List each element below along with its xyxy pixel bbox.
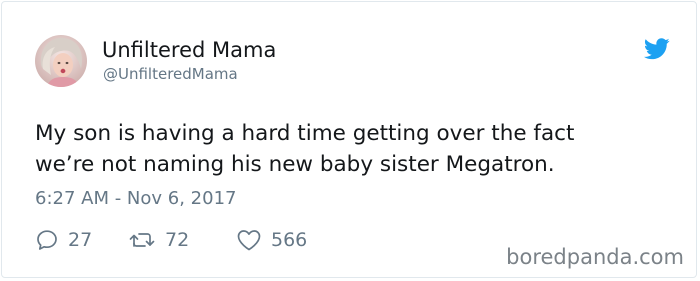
avatar-image [35,35,87,87]
tweet-actions: 27 72 566 [35,227,307,253]
watermark: boredpanda.com [506,245,684,269]
heart-icon [237,230,261,251]
like-count: 566 [271,229,308,251]
reply-icon [37,230,57,250]
tweet-card: Unfiltered Mama @UnfilteredMama My son i… [1,1,697,278]
tweet-text-line: we’re not naming his new baby sister Meg… [35,152,555,177]
avatar[interactable] [35,35,87,87]
retweet-count: 72 [165,229,190,251]
tweet-timestamp[interactable]: 6:27 AM - Nov 6, 2017 [35,188,236,210]
like-button[interactable]: 566 [236,227,307,253]
tweet-text: My son is having a hard time getting ove… [35,118,675,180]
reply-button[interactable]: 27 [35,227,128,253]
retweet-button[interactable]: 72 [128,227,236,253]
reply-count: 27 [68,229,93,251]
retweet-icon [129,233,155,247]
twitter-bird-icon[interactable] [643,38,670,60]
author-display-name[interactable]: Unfiltered Mama [102,37,276,63]
author-handle[interactable]: @UnfilteredMama [103,65,238,83]
tweet-text-line: My son is having a hard time getting ove… [35,121,575,146]
